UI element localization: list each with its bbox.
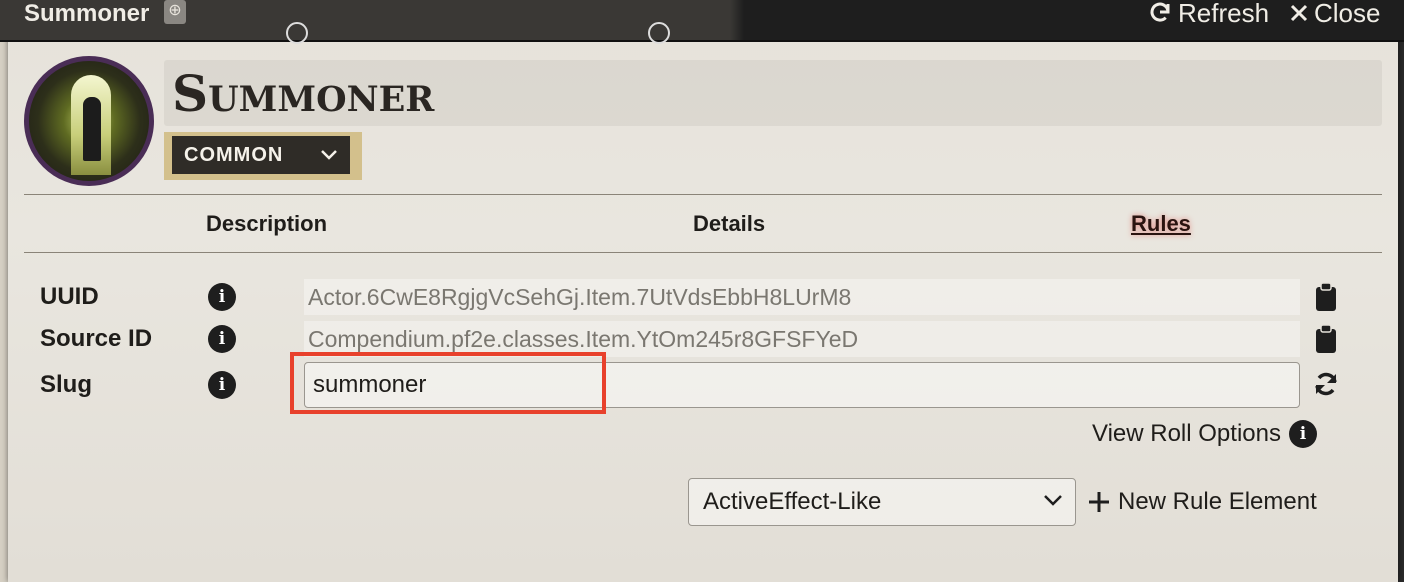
regenerate-icon[interactable]	[1312, 370, 1340, 398]
view-roll-options-label: View Roll Options	[1092, 420, 1281, 447]
rarity-value: COMMON	[184, 143, 284, 166]
info-icon[interactable]: i	[208, 283, 236, 311]
item-name[interactable]: Summoner	[172, 62, 434, 126]
tab-rules[interactable]: Rules	[1131, 210, 1191, 238]
rule-type-value: ActiveEffect-Like	[703, 488, 882, 515]
slug-label: Slug	[40, 371, 92, 398]
tab-description[interactable]: Description	[206, 210, 327, 238]
window-title: Summoner	[24, 0, 150, 27]
close-button[interactable]: Close	[1290, 0, 1380, 26]
clipboard-icon[interactable]	[1314, 324, 1338, 354]
background-circle-icon	[648, 22, 670, 44]
close-label: Close	[1314, 0, 1381, 28]
refresh-label: Refresh	[1178, 0, 1270, 28]
source-id-label: Source ID	[40, 325, 153, 352]
tab-details[interactable]: Details	[693, 210, 765, 238]
highlight-box	[290, 352, 606, 414]
chevron-down-icon	[1044, 495, 1062, 506]
refresh-button[interactable]: Refresh	[1148, 0, 1269, 26]
item-portrait[interactable]	[24, 56, 154, 186]
chevron-down-icon	[321, 150, 337, 160]
refresh-icon	[1150, 2, 1170, 22]
uuid-label: UUID	[40, 283, 99, 310]
globe-icon[interactable]: ⊕	[164, 0, 186, 24]
close-icon	[1290, 4, 1308, 22]
portrait-figure	[83, 97, 101, 161]
new-rule-element-button[interactable]: New Rule Element	[1088, 484, 1317, 520]
divider	[24, 194, 1382, 195]
info-icon: i	[1288, 420, 1317, 448]
background-circle-icon	[286, 22, 308, 44]
info-icon[interactable]: i	[208, 371, 236, 399]
rarity-select[interactable]: COMMON	[172, 136, 350, 174]
divider	[24, 252, 1382, 253]
clipboard-icon[interactable]	[1314, 282, 1338, 312]
window-titlebar[interactable]: Summoner ⊕ Refresh Close	[0, 0, 1404, 44]
item-sheet-window: Summoner ⊕ Refresh Close Summoner COMMON…	[0, 0, 1404, 582]
info-icon[interactable]: i	[208, 325, 236, 353]
uuid-field[interactable]: Actor.6CwE8RgjgVcSehGj.Item.7UtVdsEbbH8L…	[304, 279, 1300, 315]
rule-type-select[interactable]: ActiveEffect-Like	[688, 478, 1076, 526]
plus-icon	[1089, 492, 1109, 512]
rarity-select-wrapper: COMMON	[164, 132, 362, 180]
new-rule-label: New Rule Element	[1118, 488, 1317, 515]
view-roll-options-link[interactable]: View Roll Options i	[1092, 418, 1317, 450]
